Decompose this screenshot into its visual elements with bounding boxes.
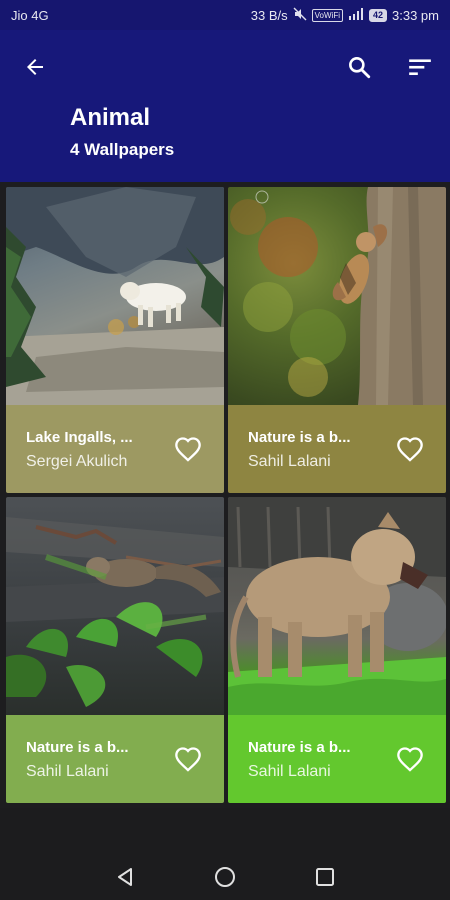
wallpaper-card[interactable]: Nature is a b... Sahil Lalani <box>228 497 446 803</box>
favorite-button[interactable] <box>172 743 204 775</box>
wallpaper-card[interactable]: Nature is a b... Sahil Lalani <box>228 187 446 493</box>
wallpaper-name: Nature is a b... <box>248 429 351 446</box>
wallpaper-category-screen: Jio 4G 33 B/s VoWiFi 42 3:33 pm Animal 4… <box>0 0 450 900</box>
wallpaper-info: Nature is a b... Sahil Lalani <box>6 715 224 803</box>
app-bar: Animal 4 Wallpapers <box>0 30 450 182</box>
sort-button[interactable] <box>403 50 437 84</box>
heart-outline-icon <box>175 747 201 772</box>
back-triangle-icon <box>118 868 132 886</box>
wallpaper-author: Sergei Akulich <box>26 453 128 470</box>
network-speed: 33 B/s <box>250 7 288 23</box>
nav-recents-button[interactable] <box>308 860 342 894</box>
wallpaper-image[interactable] <box>228 497 446 715</box>
wallpaper-info: Nature is a b... Sahil Lalani <box>228 715 446 803</box>
wallpaper-card[interactable]: Lake Ingalls, ... Sergei Akulich <box>6 187 224 493</box>
wallpaper-card[interactable]: Nature is a b... Sahil Lalani <box>6 497 224 803</box>
search-button[interactable] <box>342 50 376 84</box>
wallpaper-info: Lake Ingalls, ... Sergei Akulich <box>6 405 224 493</box>
wallpaper-name: Lake Ingalls, ... <box>26 429 133 446</box>
arrow-back-icon <box>27 59 43 75</box>
vowifi-icon: VoWiFi <box>311 8 343 22</box>
back-button[interactable] <box>18 50 52 84</box>
home-circle-icon <box>215 867 235 887</box>
wallpaper-image[interactable] <box>6 187 224 405</box>
wallpaper-count: 4 Wallpapers <box>70 140 175 159</box>
wallpaper-author: Sahil Lalani <box>248 453 331 470</box>
favorite-button[interactable] <box>394 743 426 775</box>
mute-icon <box>293 7 307 24</box>
page-title: Animal <box>70 104 151 131</box>
wallpaper-author: Sahil Lalani <box>248 763 331 780</box>
wallpaper-name: Nature is a b... <box>26 739 129 756</box>
wallpaper-name: Nature is a b... <box>248 739 351 756</box>
wallpaper-info: Nature is a b... Sahil Lalani <box>228 405 446 493</box>
battery-icon: 42 <box>369 8 388 22</box>
recents-square-icon <box>316 868 334 886</box>
wallpaper-image[interactable] <box>228 187 446 405</box>
nav-back-button[interactable] <box>108 860 142 894</box>
wallpaper-image[interactable] <box>6 497 224 715</box>
favorite-button[interactable] <box>394 433 426 465</box>
system-nav-bar <box>0 808 450 900</box>
heart-outline-icon <box>175 437 201 462</box>
wallpaper-author: Sahil Lalani <box>26 763 109 780</box>
favorite-button[interactable] <box>172 433 204 465</box>
carrier-label: Jio 4G <box>11 7 49 23</box>
wallpaper-grid: Lake Ingalls, ... Sergei Akulich Nature … <box>0 182 450 808</box>
clock: 3:33 pm <box>392 7 439 23</box>
nav-home-button[interactable] <box>208 860 242 894</box>
search-icon <box>349 57 371 79</box>
heart-outline-icon <box>397 437 423 462</box>
sort-icon <box>409 59 431 76</box>
signal-icon <box>348 7 364 23</box>
heart-outline-icon <box>397 747 423 772</box>
status-bar: Jio 4G 33 B/s VoWiFi 42 3:33 pm <box>0 0 450 30</box>
